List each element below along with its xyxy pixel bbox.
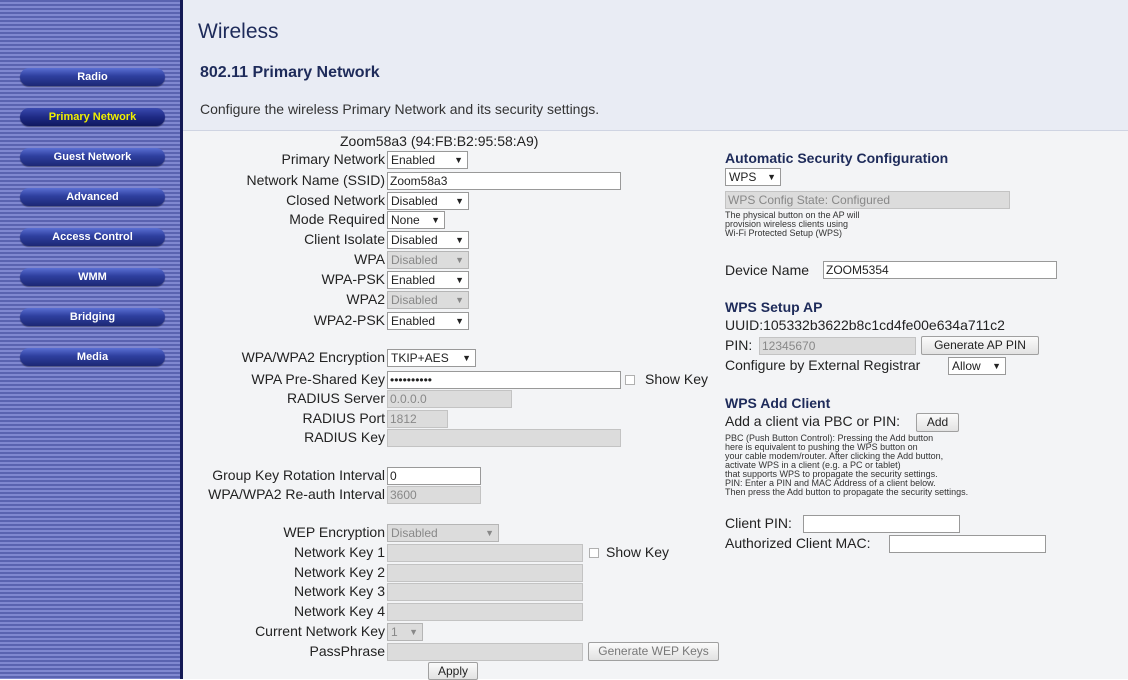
generate-ap-pin-button[interactable]: Generate AP PIN [921, 336, 1039, 355]
wep-encryption-label: WEP Encryption [283, 524, 385, 540]
reauth-interval-label: WPA/WPA2 Re-auth Interval [208, 486, 385, 502]
radius-key-input[interactable] [387, 429, 621, 447]
add-client-label: Add a client via PBC or PIN: [725, 413, 901, 429]
ssid-input[interactable]: Zoom58a3 [387, 172, 621, 190]
network-key-2-input[interactable] [387, 564, 583, 582]
add-client-help-7: Then press the Add button to propagate t… [725, 487, 969, 497]
sidebar-item-radio[interactable]: Radio [20, 68, 165, 86]
client-pin-input[interactable] [803, 515, 960, 533]
sidebar-item-media[interactable]: Media [20, 348, 165, 366]
pin-label: PIN: [725, 337, 753, 353]
network-key-4-label: Network Key 4 [293, 603, 385, 619]
uuid-text: UUID:105332b3622b8c1cd4fe00e634a711c2 [725, 317, 1005, 333]
closed-network-label: Closed Network [286, 192, 385, 208]
apply-button[interactable]: Apply [428, 662, 478, 680]
pin-input[interactable]: 12345670 [759, 337, 916, 355]
radius-port-label: RADIUS Port [302, 410, 385, 426]
authorized-mac-label: Authorized Client MAC: [725, 535, 871, 551]
page-header: Wireless 802.11 Primary Network Configur… [183, 0, 1128, 131]
radius-key-label: RADIUS Key [304, 429, 385, 445]
sidebar-item-guest-network[interactable]: Guest Network [20, 148, 165, 166]
network-key-3-label: Network Key 3 [293, 583, 385, 599]
page-description: Configure the wireless Primary Network a… [200, 101, 600, 117]
wpa-psk-select[interactable]: Enabled [387, 271, 469, 289]
group-key-rotation-label: Group Key Rotation Interval [212, 467, 385, 483]
client-isolate-label: Client Isolate [304, 231, 385, 247]
ssid-label: Network Name (SSID) [246, 172, 385, 188]
page-title: Wireless [198, 20, 279, 43]
sidebar-item-bridging[interactable]: Bridging [20, 308, 165, 326]
wpa2-label: WPA2 [346, 291, 385, 307]
wps-setup-title: WPS Setup AP [725, 299, 823, 315]
primary-network-label: Primary Network [281, 151, 385, 167]
reauth-interval-input[interactable]: 3600 [387, 486, 481, 504]
psk-show-key-label: Show Key [645, 371, 709, 387]
psk-input[interactable]: •••••••••• [387, 371, 621, 389]
main-content: Zoom58a3 (94:FB:B2:95:58:A9) Primary Net… [183, 131, 1128, 680]
wep-encryption-select[interactable]: Disabled [387, 524, 499, 542]
wps-note-line-3: Wi-Fi Protected Setup (WPS) [725, 228, 843, 238]
client-pin-label: Client PIN: [725, 515, 792, 531]
device-name-label: Device Name [725, 262, 810, 278]
network-key-1-label: Network Key 1 [293, 544, 385, 560]
passphrase-input[interactable] [387, 643, 583, 661]
mode-required-select[interactable]: None [387, 211, 445, 229]
auto-security-title: Automatic Security Configuration [725, 150, 949, 166]
page-subtitle: 802.11 Primary Network [200, 64, 380, 81]
external-registrar-label: Configure by External Registrar [725, 357, 921, 373]
client-isolate-select[interactable]: Disabled [387, 231, 469, 249]
radius-server-input[interactable]: 0.0.0.0 [387, 390, 512, 408]
wpa2-psk-select[interactable]: Enabled [387, 312, 469, 330]
auto-security-select[interactable]: WPS [725, 168, 781, 186]
wpa2-psk-label: WPA2-PSK [313, 312, 385, 328]
wps-add-client-title: WPS Add Client [725, 395, 831, 411]
add-client-button[interactable]: Add [916, 413, 959, 432]
wep-show-key-label: Show Key [606, 544, 670, 560]
wps-config-state: WPS Config State: Configured [725, 191, 1010, 209]
psk-label: WPA Pre-Shared Key [251, 371, 385, 387]
network-key-1-input[interactable] [387, 544, 583, 562]
current-network-key-label: Current Network Key [255, 623, 385, 639]
sidebar-item-advanced[interactable]: Advanced [20, 188, 165, 206]
encryption-label: WPA/WPA2 Encryption [241, 349, 385, 365]
network-key-4-input[interactable] [387, 603, 583, 621]
network-key-2-label: Network Key 2 [293, 564, 385, 580]
network-key-3-input[interactable] [387, 583, 583, 601]
sidebar-item-access-control[interactable]: Access Control [20, 228, 165, 246]
current-network-key-select[interactable]: 1 [387, 623, 423, 641]
passphrase-label: PassPhrase [309, 643, 385, 659]
sidebar-item-wmm[interactable]: WMM [20, 268, 165, 286]
sidebar: Radio Primary Network Guest Network Adva… [0, 0, 183, 679]
wpa-psk-label: WPA-PSK [321, 271, 385, 287]
generate-wep-keys-button[interactable]: Generate WEP Keys [588, 642, 719, 661]
radius-server-label: RADIUS Server [286, 390, 385, 406]
encryption-select[interactable]: TKIP+AES [387, 349, 476, 367]
radius-port-input[interactable]: 1812 [387, 410, 448, 428]
wep-show-key-checkbox[interactable] [589, 548, 599, 558]
closed-network-select[interactable]: Disabled [387, 192, 469, 210]
network-info: Zoom58a3 (94:FB:B2:95:58:A9) [340, 133, 539, 149]
wpa2-select[interactable]: Disabled [387, 291, 469, 309]
wpa-select[interactable]: Disabled [387, 251, 469, 269]
primary-network-select[interactable]: Enabled [387, 151, 468, 169]
group-key-rotation-input[interactable]: 0 [387, 467, 481, 485]
external-registrar-select[interactable]: Allow [948, 357, 1006, 375]
psk-show-key-checkbox[interactable] [625, 375, 635, 385]
authorized-mac-input[interactable] [889, 535, 1046, 553]
device-name-input[interactable]: ZOOM5354 [823, 261, 1057, 279]
wpa-label: WPA [354, 251, 385, 267]
mode-required-label: Mode Required [289, 211, 385, 227]
sidebar-item-primary-network[interactable]: Primary Network [20, 108, 165, 126]
